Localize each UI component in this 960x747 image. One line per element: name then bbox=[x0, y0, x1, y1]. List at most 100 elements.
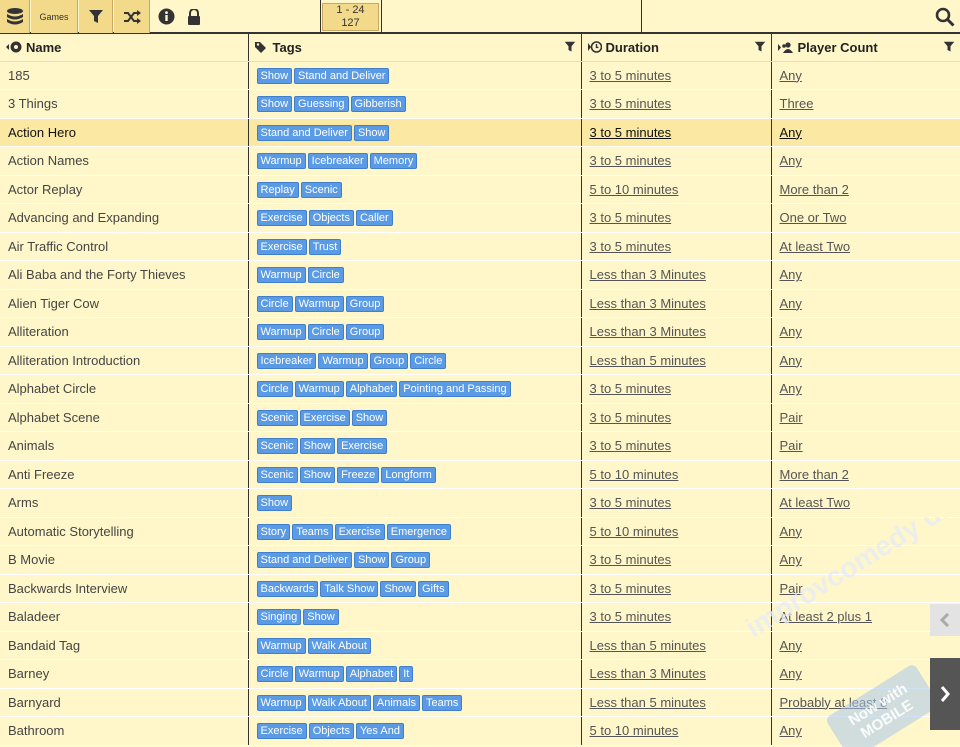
tag-badge[interactable]: Warmup bbox=[294, 295, 344, 312]
table-row[interactable]: Bathroom Exercise Objects Yes And 5 to 10 mi… bbox=[0, 716, 960, 746]
table-row[interactable]: Action Names Warmup Icebreaker Memory 3 to 5… bbox=[0, 146, 960, 176]
game-name-cell[interactable]: Automatic Storytelling bbox=[0, 517, 249, 546]
game-name-cell[interactable]: B Movie bbox=[0, 545, 249, 575]
lock-button[interactable] bbox=[182, 0, 206, 33]
tag-badge[interactable]: Replay bbox=[256, 181, 299, 198]
duration-link[interactable]: 3 to 5 minutes bbox=[590, 68, 672, 83]
duration-link[interactable]: 3 to 5 minutes bbox=[590, 581, 672, 596]
tag-badge[interactable]: Stand and Deliver bbox=[294, 67, 390, 84]
tag-badge[interactable]: Circle bbox=[256, 666, 293, 683]
player-count-link[interactable]: At least Two bbox=[780, 239, 851, 254]
tag-badge[interactable]: Scenic bbox=[256, 438, 298, 455]
tag-badge[interactable]: Exercise bbox=[299, 409, 350, 426]
column-header-tags[interactable]: Tags bbox=[248, 34, 582, 62]
shuffle-button[interactable] bbox=[114, 0, 150, 33]
collapse-panel-button[interactable] bbox=[930, 604, 960, 636]
duration-link[interactable]: 3 to 5 minutes bbox=[590, 495, 672, 510]
table-row[interactable]: Bandaid Tag Warmup Walk About Less than 5 m… bbox=[0, 631, 960, 660]
tag-badge[interactable]: Pointing and Passing bbox=[399, 381, 511, 398]
tag-badge[interactable]: Gifts bbox=[417, 580, 449, 597]
tag-badge[interactable]: Show bbox=[256, 67, 293, 84]
table-row[interactable]: Air Traffic Control Exercise Trust 3 to 5 m… bbox=[0, 232, 960, 261]
tag-badge[interactable]: Show bbox=[380, 580, 416, 597]
tag-badge[interactable]: Walk About bbox=[307, 637, 371, 654]
tag-badge[interactable]: Circle bbox=[307, 267, 344, 284]
tag-badge[interactable]: Show bbox=[353, 552, 390, 569]
tag-badge[interactable]: Trust bbox=[308, 238, 342, 255]
game-name-cell[interactable]: Baladeer bbox=[0, 602, 249, 632]
tag-badge[interactable]: Longform bbox=[381, 466, 436, 483]
game-name-cell[interactable]: Barney bbox=[0, 659, 249, 689]
player-count-link[interactable]: Any bbox=[780, 723, 802, 738]
tag-badge[interactable]: Stand and Deliver bbox=[256, 552, 352, 569]
player-count-link[interactable]: More than 2 bbox=[780, 467, 849, 482]
tag-badge[interactable]: Emergence bbox=[386, 523, 452, 540]
player-count-link[interactable]: Any bbox=[780, 153, 802, 168]
filter-button[interactable] bbox=[79, 0, 113, 33]
table-row[interactable]: B Movie Stand and Deliver Show Group 3 to 5 … bbox=[0, 545, 960, 575]
table-row[interactable]: Alliteration Introduction Icebreaker Warmu… bbox=[0, 346, 960, 375]
database-button[interactable] bbox=[0, 0, 30, 33]
table-row[interactable]: 185 Show Stand and Deliver 3 to 5 minutes An… bbox=[0, 61, 960, 90]
player-count-link[interactable]: At least Two bbox=[780, 495, 851, 510]
tag-badge[interactable]: Group bbox=[345, 295, 385, 312]
duration-link[interactable]: 3 to 5 minutes bbox=[590, 381, 672, 396]
game-name-cell[interactable]: Action Hero bbox=[0, 118, 249, 147]
duration-link[interactable]: 3 to 5 minutes bbox=[590, 125, 672, 140]
tag-badge[interactable]: Warmup bbox=[318, 352, 368, 369]
table-row[interactable]: Animals Scenic Show Exercise 3 to 5 minutes P… bbox=[0, 431, 960, 461]
tag-badge[interactable]: Objects bbox=[308, 723, 354, 740]
game-name-cell[interactable]: Alliteration bbox=[0, 317, 249, 347]
tag-badge[interactable]: Singing bbox=[256, 609, 302, 626]
tag-badge[interactable]: Show bbox=[256, 495, 293, 512]
game-name-cell[interactable]: Animals bbox=[0, 431, 249, 461]
tag-badge[interactable]: Show bbox=[351, 409, 388, 426]
duration-link[interactable]: Less than 3 Minutes bbox=[590, 267, 706, 282]
player-count-link[interactable]: Three bbox=[780, 96, 814, 111]
player-count-link[interactable]: One or Two bbox=[780, 210, 847, 225]
tag-badge[interactable]: Scenic bbox=[256, 466, 298, 483]
table-row[interactable]: Automatic Storytelling Story Teams Exercise… bbox=[0, 517, 960, 546]
tag-badge[interactable]: Exercise bbox=[256, 210, 307, 227]
game-name-cell[interactable]: Alphabet Circle bbox=[0, 374, 249, 404]
duration-link[interactable]: 3 to 5 minutes bbox=[590, 96, 672, 111]
table-row[interactable]: Arms Show 3 to 5 minutes At least Two bbox=[0, 488, 960, 518]
tag-badge[interactable]: Animals bbox=[372, 694, 421, 711]
player-count-link[interactable]: Any bbox=[780, 666, 802, 681]
tag-badge[interactable]: Warmup bbox=[294, 666, 344, 683]
duration-link[interactable]: 3 to 5 minutes bbox=[590, 153, 672, 168]
player-count-link[interactable]: Probably at least 8 bbox=[780, 695, 888, 710]
game-name-cell[interactable]: 3 Things bbox=[0, 89, 249, 119]
duration-link[interactable]: 5 to 10 minutes bbox=[590, 524, 679, 539]
table-row[interactable]: Alphabet Circle Circle Warmup Alphabet Point… bbox=[0, 374, 960, 404]
player-count-link[interactable]: Pair bbox=[780, 410, 803, 425]
player-count-link[interactable]: Any bbox=[780, 638, 802, 653]
duration-link[interactable]: 5 to 10 minutes bbox=[590, 182, 679, 197]
duration-link[interactable]: Less than 5 minutes bbox=[590, 695, 706, 710]
duration-link[interactable]: 3 to 5 minutes bbox=[590, 210, 672, 225]
tag-badge[interactable]: Guessing bbox=[294, 96, 349, 113]
game-name-cell[interactable]: Action Names bbox=[0, 146, 249, 176]
duration-link[interactable]: 3 to 5 minutes bbox=[590, 552, 672, 567]
info-button[interactable] bbox=[152, 0, 180, 33]
game-name-cell[interactable]: Advancing and Expanding bbox=[0, 203, 249, 233]
table-row[interactable]: Alien Tiger Cow Circle Warmup Group Less tha… bbox=[0, 289, 960, 318]
duration-link[interactable]: 5 to 10 minutes bbox=[590, 723, 679, 738]
tag-badge[interactable]: Circle bbox=[307, 324, 344, 341]
player-count-link[interactable]: Pair bbox=[780, 438, 803, 453]
tag-badge[interactable]: Objects bbox=[308, 210, 354, 227]
duration-link[interactable]: 3 to 5 minutes bbox=[590, 609, 672, 624]
tag-badge[interactable]: Stand and Deliver bbox=[256, 124, 352, 141]
tag-badge[interactable]: Caller bbox=[355, 210, 393, 227]
player-count-link[interactable]: Any bbox=[780, 353, 802, 368]
table-row[interactable]: Baladeer Singing Show 3 to 5 minutes At leas… bbox=[0, 602, 960, 632]
tag-badge[interactable]: Show bbox=[303, 609, 339, 626]
table-row[interactable]: Backwards Interview Backwards Talk Show Sho… bbox=[0, 574, 960, 603]
duration-link[interactable]: 3 to 5 minutes bbox=[590, 438, 672, 453]
tag-badge[interactable]: Circle bbox=[256, 295, 293, 312]
tag-badge[interactable]: Exercise bbox=[334, 523, 385, 540]
player-count-link[interactable]: Any bbox=[780, 296, 802, 311]
player-count-link[interactable]: Any bbox=[780, 552, 802, 567]
tag-badge[interactable]: Warmup bbox=[256, 324, 306, 341]
table-row[interactable]: Anti Freeze Scenic Show Freeze Longform 5 to … bbox=[0, 460, 960, 489]
